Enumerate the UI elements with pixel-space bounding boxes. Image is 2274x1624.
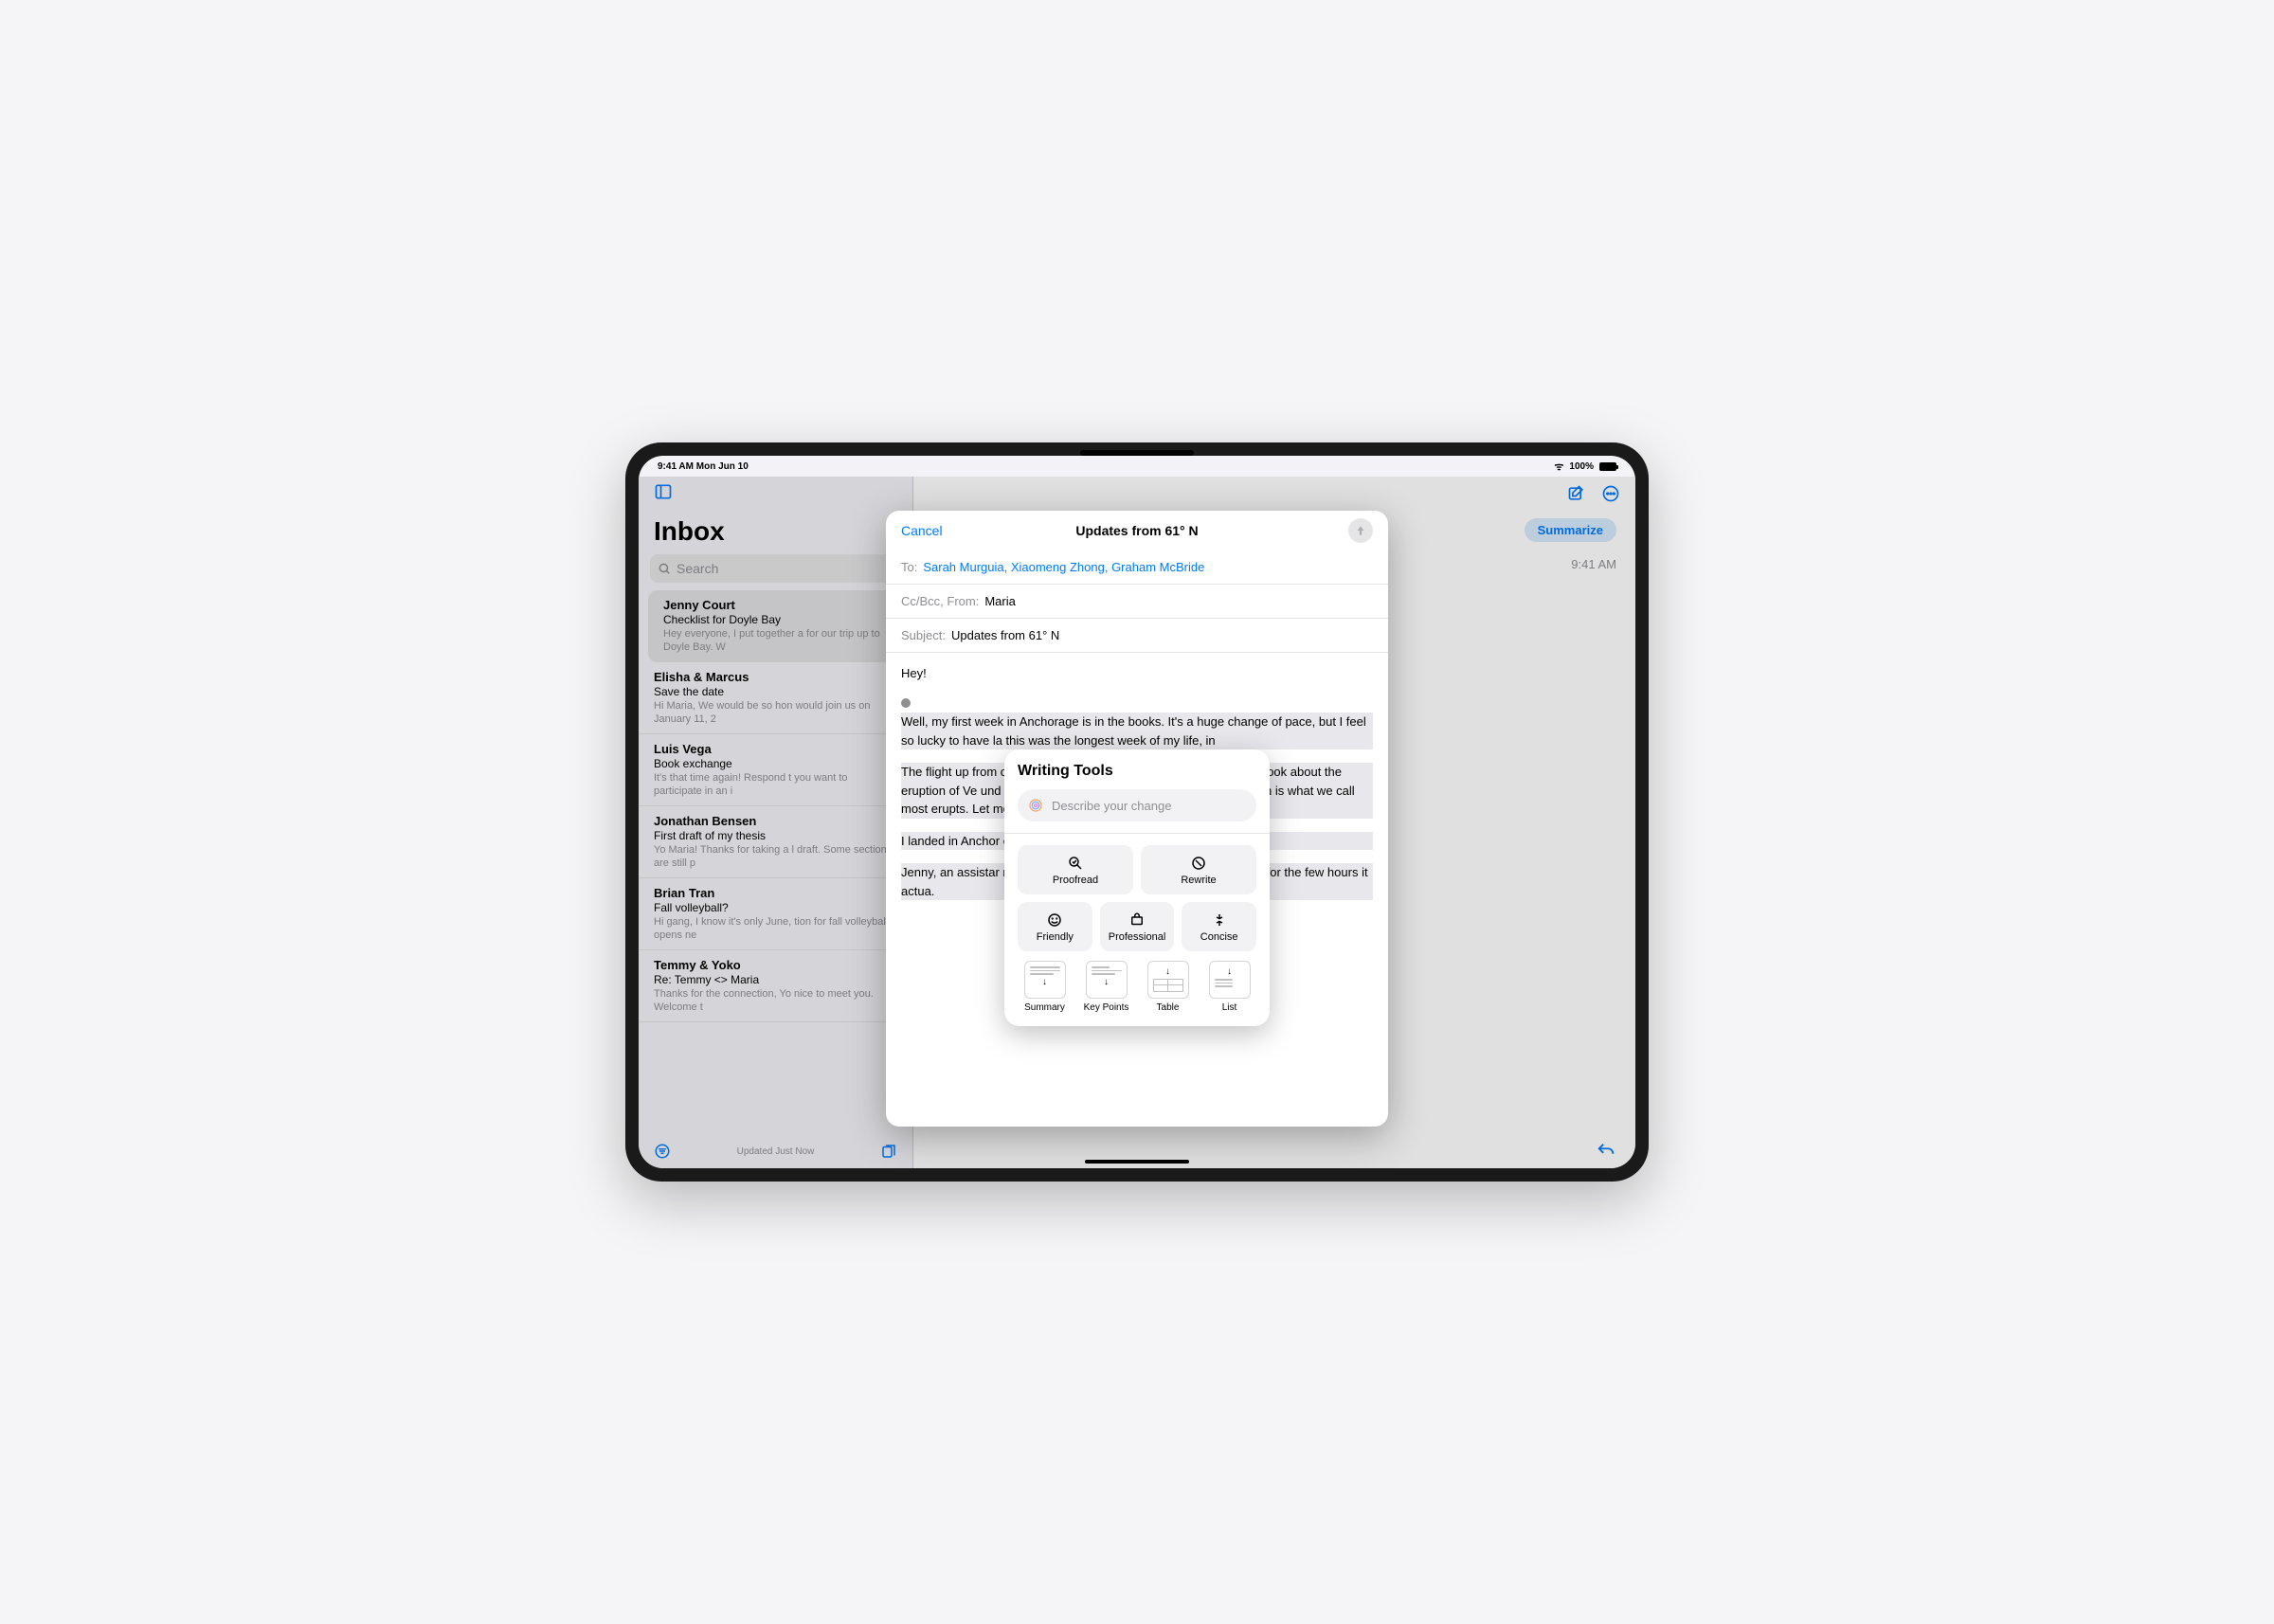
- message-item[interactable]: Temmy & Yoko Re: Temmy <> Maria Thanks f…: [639, 950, 912, 1022]
- filter-icon[interactable]: [654, 1143, 671, 1160]
- more-icon[interactable]: [1601, 484, 1620, 503]
- inbox-title: Inbox: [639, 511, 912, 554]
- summary-icon: ↓: [1024, 961, 1066, 999]
- rewrite-button[interactable]: Rewrite: [1141, 845, 1256, 894]
- keypoints-icon: ↓: [1086, 961, 1128, 999]
- message-item[interactable]: Jenny Court Checklist for Doyle Bay Hey …: [648, 590, 903, 662]
- sidebar-toggle-icon[interactable]: [654, 482, 673, 506]
- caret-indicator: [901, 698, 911, 708]
- proofread-button[interactable]: Proofread: [1018, 845, 1133, 894]
- table-format-button[interactable]: ↓ Table: [1141, 961, 1195, 1013]
- subject-field[interactable]: Subject: Updates from 61° N: [886, 619, 1388, 653]
- status-time-date: 9:41 AM Mon Jun 10: [658, 461, 749, 472]
- summary-format-button[interactable]: ↓ Summary: [1018, 961, 1072, 1013]
- concise-button[interactable]: Concise: [1182, 902, 1256, 951]
- friendly-button[interactable]: Friendly: [1018, 902, 1092, 951]
- keypoints-format-button[interactable]: ↓ Key Points: [1079, 961, 1133, 1013]
- to-field[interactable]: To: Sarah Murguia, Xiaomeng Zhong, Graha…: [886, 550, 1388, 585]
- ipad-device-frame: 9:41 AM Mon Jun 10 ᯤ 100% Inbox Search: [625, 442, 1649, 1182]
- search-input[interactable]: Search: [650, 554, 901, 583]
- describe-change-input[interactable]: Describe your change: [1018, 789, 1256, 821]
- table-icon: ↓: [1147, 961, 1189, 999]
- search-icon: [658, 562, 671, 575]
- message-item[interactable]: Luis Vega Book exchange It's that time a…: [639, 734, 912, 806]
- send-button[interactable]: [1348, 518, 1373, 543]
- status-right: ᯤ 100%: [1554, 460, 1616, 474]
- battery-percent: 100%: [1569, 461, 1594, 472]
- summarize-button[interactable]: Summarize: [1525, 518, 1616, 542]
- sidebar: Inbox Search Jenny Court Checklist for D…: [639, 477, 913, 1168]
- battery-icon: [1599, 462, 1616, 471]
- message-item[interactable]: Elisha & Marcus Save the date Hi Maria, …: [639, 662, 912, 734]
- stack-icon[interactable]: [880, 1143, 897, 1160]
- list-format-button[interactable]: ↓ List: [1202, 961, 1256, 1013]
- list-icon: ↓: [1209, 961, 1251, 999]
- message-item[interactable]: Jonathan Bensen First draft of my thesis…: [639, 806, 912, 878]
- compose-icon[interactable]: [1567, 484, 1586, 503]
- professional-button[interactable]: Professional: [1100, 902, 1175, 951]
- status-bar: 9:41 AM Mon Jun 10 ᯤ 100%: [639, 456, 1635, 477]
- intelligence-icon: [1027, 797, 1044, 814]
- compose-title: Updates from 61° N: [1075, 523, 1198, 538]
- screen: 9:41 AM Mon Jun 10 ᯤ 100% Inbox Search: [639, 456, 1635, 1168]
- ccbcc-field[interactable]: Cc/Bcc, From: Maria: [886, 585, 1388, 619]
- message-list[interactable]: Jenny Court Checklist for Doyle Bay Hey …: [639, 590, 912, 1134]
- writing-tools-popover: Writing Tools Describe your change Proof…: [1004, 749, 1270, 1026]
- updated-status: Updated Just Now: [737, 1146, 815, 1157]
- message-item[interactable]: Brian Tran Fall volleyball? Hi gang, I k…: [639, 878, 912, 950]
- home-indicator[interactable]: [1085, 1160, 1189, 1164]
- writing-tools-title: Writing Tools: [1018, 763, 1256, 780]
- cancel-button[interactable]: Cancel: [901, 523, 943, 538]
- wifi-icon: ᯤ: [1554, 460, 1563, 474]
- reply-icon[interactable]: [1596, 1141, 1616, 1162]
